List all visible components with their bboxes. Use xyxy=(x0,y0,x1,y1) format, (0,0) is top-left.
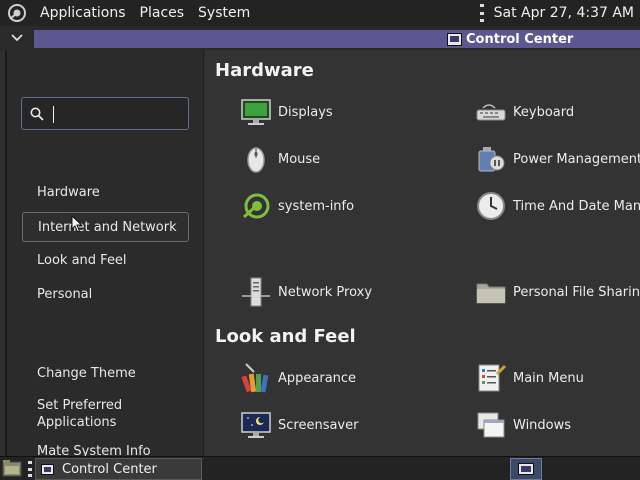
applications-menu[interactable]: Applications xyxy=(33,0,133,26)
sidebar-item-look-and-feel[interactable]: Look and Feel xyxy=(22,246,189,276)
task-set-preferred-applications[interactable]: Set Preferred Applications xyxy=(22,397,142,431)
search-icon xyxy=(30,107,44,121)
window-thumbnail-icon xyxy=(518,463,534,475)
applet-personal-file-sharing[interactable]: Personal File Sharing xyxy=(475,276,640,308)
search-box[interactable] xyxy=(21,97,189,130)
search-input[interactable] xyxy=(50,102,184,126)
chevron-down-icon xyxy=(11,34,23,42)
applet-label: Windows xyxy=(513,417,572,433)
applet-label: Displays xyxy=(278,104,333,120)
applet-windows[interactable]: Windows xyxy=(475,409,571,441)
applet-label: Power Management xyxy=(513,151,640,167)
task-change-theme[interactable]: Change Theme xyxy=(22,359,189,389)
sidebar-item-hardware[interactable]: Hardware xyxy=(22,178,189,208)
clock-icon xyxy=(477,192,505,220)
sidebar-item-personal[interactable]: Personal xyxy=(22,280,189,310)
window-body: Hardware Internet and Network Look and F… xyxy=(0,50,640,459)
panel-handle[interactable] xyxy=(28,461,32,477)
bottom-panel: Control Center xyxy=(0,456,640,480)
text-caret xyxy=(53,106,54,123)
section-heading-look-and-feel: Look and Feel xyxy=(215,326,356,347)
section-heading-hardware: Hardware xyxy=(215,60,314,81)
applet-keyboard[interactable]: Keyboard xyxy=(475,96,574,128)
control-center-icon xyxy=(41,463,54,475)
panel-handle[interactable] xyxy=(479,4,484,22)
clock[interactable]: Sat Apr 27, 4:37 AM xyxy=(494,5,634,21)
applet-label: Personal File Sharing xyxy=(513,284,640,300)
system-menu[interactable]: System xyxy=(191,0,257,26)
sidebar: Hardware Internet and Network Look and F… xyxy=(7,50,204,459)
applet-appearance[interactable]: Appearance xyxy=(240,362,356,394)
places-menu[interactable]: Places xyxy=(133,0,192,26)
taskbar-label: Control Center xyxy=(62,461,157,477)
applet-network-proxy[interactable]: Network Proxy xyxy=(240,276,372,308)
applet-label: Time And Date Manager xyxy=(513,198,640,214)
applet-label: Main Menu xyxy=(513,370,584,386)
network-proxy-icon xyxy=(242,277,270,307)
windows-icon xyxy=(477,412,505,438)
appearance-icon xyxy=(241,363,269,393)
sidebar-item-internet-and-network[interactable]: Internet and Network xyxy=(22,212,189,242)
applet-main-menu[interactable]: Main Menu xyxy=(475,362,584,394)
control-center-icon xyxy=(447,32,462,46)
applet-displays[interactable]: Displays xyxy=(240,96,333,128)
window-title: Control Center xyxy=(466,31,574,47)
applet-mouse[interactable]: Mouse xyxy=(240,143,320,175)
mate-logo-icon[interactable] xyxy=(6,2,28,24)
folder-share-icon xyxy=(476,283,506,304)
applet-screensaver[interactable]: Screensaver xyxy=(240,409,358,441)
keyboard-icon xyxy=(476,104,506,121)
applet-time-and-date-manager[interactable]: Time And Date Manager xyxy=(475,190,640,222)
top-panel: Applications Places System Sat Apr 27, 4… xyxy=(0,0,640,26)
title-strip[interactable]: Control Center xyxy=(34,30,640,48)
mouse-pointer-icon xyxy=(71,215,83,233)
applet-label: Keyboard xyxy=(513,104,575,120)
applet-system-info[interactable]: system-info xyxy=(240,190,354,222)
main-menu-icon xyxy=(478,364,507,392)
screensaver-icon xyxy=(241,412,271,438)
taskbar-button-control-center[interactable]: Control Center xyxy=(35,458,202,480)
workspace-switcher[interactable] xyxy=(510,458,542,480)
applet-label: system-info xyxy=(278,198,355,214)
power-management-icon xyxy=(478,147,505,172)
applet-power-management[interactable]: Power Management xyxy=(475,143,640,175)
applet-label: Mouse xyxy=(278,151,321,167)
window-menu-button[interactable] xyxy=(8,29,26,47)
mouse-icon xyxy=(247,147,265,173)
show-desktop-icon[interactable] xyxy=(2,459,22,478)
display-icon xyxy=(241,99,271,125)
applet-label: Screensaver xyxy=(278,417,359,433)
system-info-icon xyxy=(242,193,270,219)
title-bar[interactable]: Control Center xyxy=(0,26,640,50)
applet-label: Network Proxy xyxy=(278,284,373,300)
main-content: Hardware Displays Keyboard Mouse Power M… xyxy=(205,50,640,456)
applet-label: Appearance xyxy=(278,370,357,386)
